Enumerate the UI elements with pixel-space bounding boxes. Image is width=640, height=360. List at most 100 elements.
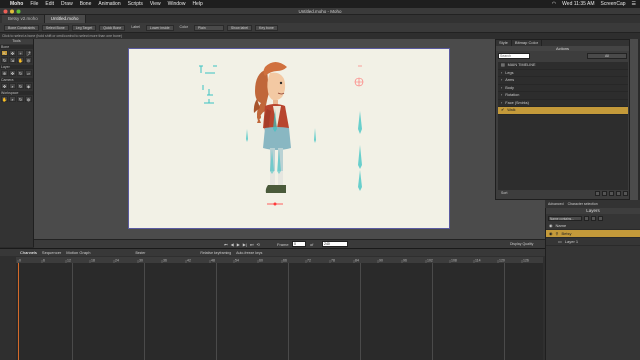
reparent-bone-tool-icon[interactable]: ⤴ [25,50,32,56]
tab-bitmap-color[interactable]: Bitmap Color [512,40,543,46]
clock[interactable]: Wed 11:35 AM [562,1,594,7]
bone-constraints-button[interactable]: Bone Constraints [4,24,39,31]
label-checkbox[interactable]: Label [128,25,143,31]
add-bone-tool-icon[interactable]: + [17,50,24,56]
actions-search-input[interactable]: Search [498,53,530,59]
timeline-panel: Channels Sequencer Motion Graph Bezier R… [0,248,545,360]
character-selection-checkbox[interactable]: Character selection [568,202,598,206]
tab-channels[interactable]: Channels [20,250,37,255]
layer-row-betsy[interactable]: ◉ ⚲ Betsy [546,230,640,238]
select-bone-tool-icon[interactable]: ↖ [1,50,8,56]
list-item[interactable]: ▤ MAIN TIMELINE [498,62,628,70]
list-item[interactable]: › Legs [498,70,628,77]
transform-layer-tool-icon[interactable]: ✥ [9,70,16,76]
rotate-bone-tool-icon[interactable]: ↻ [1,57,8,63]
pan-tilt-camera-tool-icon[interactable]: ◈ [25,83,32,89]
pan-workspace-tool-icon[interactable]: ✋ [1,96,8,102]
menu-animation[interactable]: Animation [98,1,120,7]
advanced-checkbox[interactable]: Advanced [548,202,564,206]
list-item[interactable]: › Body [498,85,628,92]
duplicate-icon[interactable] [609,191,614,196]
show-label-button[interactable]: Show label [226,24,253,31]
new-layer-icon[interactable] [584,215,589,221]
menu-bone[interactable]: Bone [80,1,92,7]
quick-bone-button[interactable]: Quick Bone [99,24,126,31]
roll-camera-tool-icon[interactable]: ↻ [17,83,24,89]
zoom-workspace-tool-icon[interactable]: ⌕ [9,96,16,102]
chevron-right-icon[interactable]: › [501,77,502,84]
bone-strength-tool-icon[interactable]: ◎ [25,57,32,63]
auto-freeze-checkbox[interactable]: Auto-freeze keys [236,251,262,255]
menu-view[interactable]: View [150,1,161,7]
bone-layer-icon: ⚲ [555,231,559,236]
scale-bone-tool-icon[interactable]: ⇲ [9,57,16,63]
list-item[interactable]: › Face (Smirks) [498,100,628,107]
trash-icon[interactable] [623,191,628,196]
sort-button[interactable]: Sort [498,191,510,196]
menu-app[interactable]: Moho [10,1,23,7]
add-action-icon[interactable] [595,191,600,196]
menu-list-icon[interactable]: ☰ [632,1,636,7]
menu-scripts[interactable]: Scripts [128,1,143,7]
doc-tab-betsy[interactable]: Betsy v2.moho [2,15,45,23]
playhead[interactable] [18,263,19,360]
set-origin-tool-icon[interactable]: ⊕ [1,70,8,76]
timeline-body[interactable] [16,263,543,360]
first-frame-icon[interactable]: ⏮ [224,242,228,247]
color-dropdown[interactable]: Plain [193,24,224,31]
shear-layer-tool-icon[interactable]: ▱ [25,70,32,76]
menu-file[interactable]: File [30,1,38,7]
list-item[interactable]: › Rotation [498,92,628,100]
leg-target-dropdown[interactable]: Leg Target [71,24,97,31]
chevron-right-icon[interactable]: › [501,92,502,99]
doc-tab-untitled[interactable]: Untitled.moho [44,15,86,23]
chevron-right-icon[interactable]: › [501,70,502,77]
settings-icon[interactable] [616,191,621,196]
manipulate-bones-tool-icon[interactable]: ✋ [17,57,24,63]
zoom-camera-tool-icon[interactable]: ⌕ [9,83,16,89]
menu-window[interactable]: Window [168,1,186,7]
last-frame-icon[interactable]: ⏭ [250,242,254,247]
layer-row-layer1[interactable]: ▭ Layer 1 [546,238,640,246]
screencap-label[interactable]: ScreenCap [601,1,626,7]
menu-bar: Moho File Edit Draw Bone Animation Scrip… [0,0,640,8]
list-item-selected[interactable]: ✔ Walk [498,107,628,115]
menu-help[interactable]: Help [192,1,202,7]
menu-draw[interactable]: Draw [61,1,73,7]
rotate-workspace-tool-icon[interactable]: ↻ [17,96,24,102]
actions-footer: Sort [498,190,628,197]
key-bone-button[interactable]: Key bone [255,24,278,31]
orbit-workspace-tool-icon[interactable]: ◍ [25,96,32,102]
wifi-icon[interactable]: ◠ [552,1,556,7]
frame-input[interactable]: 0 [292,241,306,247]
menu-edit[interactable]: Edit [45,1,54,7]
tab-motion-graph[interactable]: Motion Graph [66,250,90,255]
duplicate-layer-icon[interactable] [591,215,596,221]
layers-filter-input[interactable]: Name contains... [548,215,582,221]
ruler-tick-label: 72 [307,259,311,263]
chevron-right-icon[interactable]: › [501,100,502,107]
select-bone-dropdown[interactable]: Select Bone [41,24,69,31]
rotate-layer-tool-icon[interactable]: ↻ [17,70,24,76]
list-item[interactable]: › Arms [498,77,628,85]
tab-style[interactable]: Style [496,40,512,46]
delete-layer-icon[interactable] [598,215,603,221]
chevron-right-icon[interactable]: › [501,85,502,92]
stage[interactable] [128,48,450,229]
visibility-eye-icon[interactable]: ◉ [549,231,553,236]
folder-icon[interactable] [602,191,607,196]
end-frame-input[interactable]: 240 [322,241,348,247]
play-icon[interactable]: ▶ [237,242,240,247]
tab-sequencer[interactable]: Sequencer [42,250,61,255]
next-frame-icon[interactable]: ▶| [243,242,247,247]
track-camera-tool-icon[interactable]: ✥ [1,83,8,89]
loop-icon[interactable]: ⟲ [257,242,260,247]
translate-bone-tool-icon[interactable]: ✥ [9,50,16,56]
relative-keyframing-checkbox[interactable]: Relative keyframing [200,251,231,255]
actions-filter-select[interactable]: All [587,53,627,59]
prev-frame-icon[interactable]: ◀ [231,242,234,247]
interpolation-dropdown[interactable]: Bezier [136,251,146,255]
lower-inside-button[interactable]: Lower inside [145,24,174,31]
display-quality-button[interactable]: Display Quality [510,242,533,246]
second-marker [288,263,289,360]
